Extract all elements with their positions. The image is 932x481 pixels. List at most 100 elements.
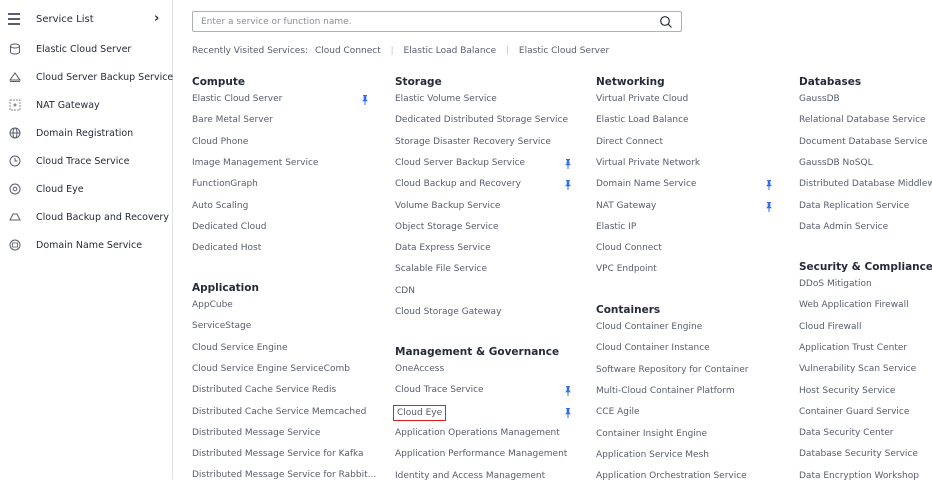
service-link[interactable]: Elastic IP [596,222,636,232]
service-link[interactable]: Container Guard Service [799,407,909,417]
service-link[interactable]: Data Encryption Workshop [799,471,919,481]
service-link[interactable]: Data Admin Service [799,222,888,232]
trace-icon [9,155,21,167]
service-link[interactable]: Data Express Service [395,243,491,253]
service-link[interactable]: Data Security Center [799,428,893,438]
sidebar-item-cloud-server-backup[interactable]: Cloud Server Backup Service [0,66,173,90]
service-link[interactable]: Elastic Cloud Server [192,94,282,104]
service-link[interactable]: Cloud Container Instance [596,343,710,353]
service-link[interactable]: Application Operations Management [395,428,560,438]
service-link[interactable]: GaussDB NoSQL [799,158,873,168]
sidebar-item-label: Elastic Cloud Server [36,44,132,55]
pin-icon[interactable] [766,201,772,212]
service-link[interactable]: CCE Agile [596,407,640,417]
service-link[interactable]: GaussDB [799,94,840,104]
service-link[interactable]: Application Trust Center [799,343,907,353]
service-link[interactable]: Volume Backup Service [395,201,500,211]
pin-icon[interactable] [766,180,772,191]
sidebar-item-label: Domain Registration [36,128,134,139]
service-link[interactable]: Cloud Firewall [799,322,862,332]
sidebar-item-elastic-cloud-server[interactable]: Elastic Cloud Server [0,38,172,62]
service-list-header[interactable]: Service List › [0,4,172,32]
service-link[interactable]: Distributed Database Middleware [799,179,932,189]
service-link[interactable]: NAT Gateway [596,201,656,211]
globe-icon [9,127,21,139]
pin-icon[interactable] [565,407,571,418]
service-link[interactable]: Bare Metal Server [192,115,273,125]
recent-link[interactable]: Elastic Load Balance [404,46,497,56]
pin-icon[interactable] [565,158,571,169]
service-link[interactable]: OneAccess [395,364,444,374]
service-link[interactable]: Auto Scaling [192,201,248,211]
service-link[interactable]: Distributed Message Service [192,428,320,438]
service-link[interactable]: Application Orchestration Service [596,471,747,481]
separator: | [390,46,394,56]
service-link[interactable]: Identity and Access Management [395,471,545,481]
service-link[interactable]: Dedicated Distributed Storage Service [395,115,568,125]
service-link[interactable]: Document Database Service [799,137,928,147]
service-link[interactable]: Domain Name Service [596,179,696,189]
service-link[interactable]: Cloud Phone [192,137,248,147]
service-link[interactable]: Cloud Storage Gateway [395,307,501,317]
service-link[interactable]: Distributed Message Service for Kafka [192,449,364,459]
category-title-compute: Compute [192,76,245,88]
service-link[interactable]: Application Performance Management [395,449,567,459]
sidebar-item-cloud-backup-recovery[interactable]: Cloud Backup and Recovery [0,206,172,230]
service-link[interactable]: Cloud Container Engine [596,322,702,332]
service-link[interactable]: Software Repository for Container [596,365,748,375]
service-link[interactable]: Multi-Cloud Container Platform [596,386,735,396]
service-link[interactable]: Dedicated Cloud [192,222,267,232]
pin-icon[interactable] [362,95,368,105]
service-link[interactable]: CDN [395,286,415,296]
recent-link[interactable]: Elastic Cloud Server [519,46,609,56]
pin-icon[interactable] [565,386,571,397]
service-link[interactable]: Cloud Server Backup Service [395,158,525,168]
service-link[interactable]: Relational Database Service [799,115,926,125]
sidebar-item-cloud-trace-service[interactable]: Cloud Trace Service [0,150,172,174]
service-link[interactable]: Application Service Mesh [596,450,709,460]
search-icon[interactable] [659,15,673,29]
service-link[interactable]: Distributed Cache Service Memcached [192,407,366,417]
category-title-management: Management & Governance [395,346,560,358]
service-link[interactable]: Cloud Eye [392,404,447,421]
separator: | [506,46,510,56]
service-link[interactable]: Cloud Backup and Recovery [395,179,521,189]
sidebar-item-domain-name-service[interactable]: Domain Name Service [0,234,172,258]
service-link[interactable]: Virtual Private Network [596,158,700,168]
service-link[interactable]: Distributed Cache Service Redis [192,385,336,395]
service-link[interactable]: AppCube [192,300,233,310]
service-link[interactable]: DDoS Mitigation [799,279,872,289]
search-input[interactable] [201,15,631,29]
service-link[interactable]: Container Insight Engine [596,429,707,439]
service-link[interactable]: Cloud Service Engine [192,343,288,353]
service-link[interactable]: Data Replication Service [799,201,909,211]
service-link[interactable]: VPC Endpoint [596,264,657,274]
service-link[interactable]: Cloud Trace Service [395,385,484,395]
service-link[interactable]: Object Storage Service [395,222,499,232]
service-link[interactable]: Vulnerability Scan Service [799,364,916,374]
service-link[interactable]: Web Application Firewall [799,300,909,310]
service-link[interactable]: ServiceStage [192,321,251,331]
service-link[interactable]: Image Management Service [192,158,318,168]
recent-link[interactable]: Cloud Connect [315,46,381,56]
sidebar-item-cloud-eye[interactable]: Cloud Eye [0,178,172,202]
menu-icon [8,13,20,25]
service-link[interactable]: Database Security Service [799,449,918,459]
backup-icon [9,72,21,82]
category-title-security: Security & Compliance [799,261,932,273]
service-link[interactable]: Cloud Service Engine ServiceComb [192,364,350,374]
service-link[interactable]: Storage Disaster Recovery Service [395,137,551,147]
service-link[interactable]: Scalable File Service [395,264,487,274]
service-link[interactable]: Host Security Service [799,386,895,396]
service-link[interactable]: Elastic Load Balance [596,115,689,125]
service-link[interactable]: FunctionGraph [192,179,258,189]
service-link[interactable]: Elastic Volume Service [395,94,497,104]
service-link[interactable]: Direct Connect [596,137,663,147]
sidebar-item-nat-gateway[interactable]: NAT Gateway [0,94,172,118]
search-box[interactable] [192,11,682,32]
service-link[interactable]: Cloud Connect [596,243,662,253]
sidebar-item-domain-registration[interactable]: Domain Registration [0,122,172,146]
service-link[interactable]: Dedicated Host [192,243,261,253]
pin-icon[interactable] [565,180,571,191]
service-link[interactable]: Virtual Private Cloud [596,94,688,104]
